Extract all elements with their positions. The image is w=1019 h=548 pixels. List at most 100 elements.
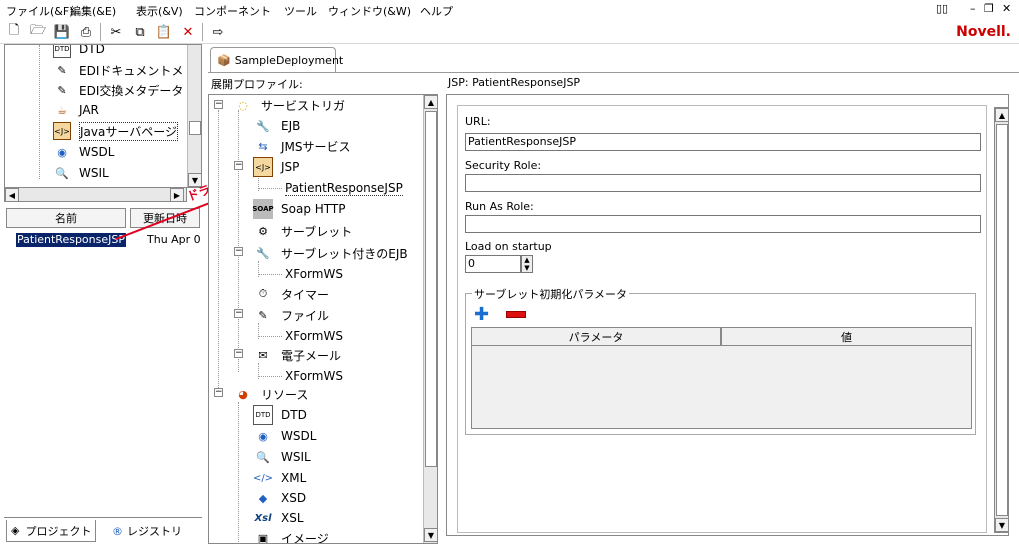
load-on-startup-spinner[interactable]: 0 xyxy=(465,255,521,273)
remove-param-icon[interactable] xyxy=(506,311,526,318)
load-on-startup-label: Load on startup xyxy=(465,240,552,253)
menu-help[interactable]: ヘルプ xyxy=(420,3,453,19)
detail-label: JSP: PatientResponseJSP xyxy=(448,76,581,89)
restore-icon[interactable]: ❐ xyxy=(984,2,994,15)
paste-icon[interactable]: 📋 xyxy=(154,22,174,42)
tree-item-xformws-1[interactable]: XFormWS xyxy=(285,264,343,284)
collapse-toggle[interactable]: − xyxy=(234,309,243,318)
project-icon: ◈ xyxy=(11,524,20,537)
service-trigger-icon: ◌ xyxy=(238,98,248,112)
tree-item-wsdl[interactable]: ◉ WSDL xyxy=(253,426,316,446)
tree-item-xsl[interactable]: Xsl XSL xyxy=(253,508,303,528)
tree-item-patient-response-jsp[interactable]: PatientResponseJSP xyxy=(285,178,403,198)
jar-icon: ☕ xyxy=(57,103,67,117)
jms-icon: ⇆ xyxy=(258,139,268,153)
column-header-parameter[interactable]: パラメータ xyxy=(471,327,721,346)
tree-item-xformws-3[interactable]: XFormWS xyxy=(285,366,343,386)
jsp-icon: <J> xyxy=(53,122,71,140)
scroll-up-icon[interactable]: ▲ xyxy=(995,108,1009,122)
tree-item-xsd[interactable]: ◆ XSD xyxy=(253,488,306,508)
xml-icon: </> xyxy=(252,472,274,484)
open-folder-icon[interactable]: 🗁 xyxy=(28,22,48,42)
jsp-properties-panel: URL: PatientResponseJSP Security Role: R… xyxy=(446,94,1009,536)
run-as-role-field[interactable] xyxy=(465,215,981,233)
delete-icon[interactable]: ✕ xyxy=(178,22,198,42)
ejb-icon: 🔧 xyxy=(256,119,270,133)
tree-item-edi-metadata[interactable]: ✎ EDI交換メタデータ xyxy=(53,80,183,100)
column-header-value[interactable]: 値 xyxy=(721,327,972,346)
collapse-toggle[interactable]: − xyxy=(234,349,243,358)
tree-item-resources[interactable]: ◕ リソース xyxy=(233,384,308,404)
tree-item-image[interactable]: ▣ イメージ xyxy=(253,528,329,544)
url-field[interactable]: PatientResponseJSP xyxy=(465,133,981,151)
resources-icon: ◕ xyxy=(238,387,248,401)
wsil-icon: 🔍 xyxy=(256,450,270,464)
scroll-thumb[interactable] xyxy=(996,124,1008,516)
tree-item-edi-document[interactable]: ✎ EDIドキュメントメ xyxy=(53,60,183,80)
scroll-left-icon[interactable]: ◀ xyxy=(5,188,19,202)
tree-item-ejb[interactable]: 🔧 EJB xyxy=(253,116,300,136)
servlet-icon: ⚙ xyxy=(258,224,268,238)
toolbar-separator xyxy=(202,23,203,41)
security-role-label: Security Role: xyxy=(465,159,542,172)
save-icon[interactable]: 💾 xyxy=(52,22,72,42)
collapse-toggle[interactable]: − xyxy=(234,247,243,256)
tree-item-timer[interactable]: ⏱ タイマー xyxy=(253,284,329,304)
tree-item-servlet[interactable]: ⚙ サーブレット xyxy=(253,221,352,241)
tree-item-email[interactable]: ✉ 電子メール xyxy=(253,345,341,365)
menu-view[interactable]: 表示(&V) xyxy=(136,3,183,19)
scroll-thumb[interactable] xyxy=(425,111,437,467)
edi-document-icon: ✎ xyxy=(57,63,67,77)
form-vertical-scrollbar[interactable]: ▲ ▼ xyxy=(994,107,1009,533)
collapse-toggle[interactable]: − xyxy=(214,388,223,397)
tile-icon[interactable]: ▯▯ xyxy=(936,2,948,15)
add-param-icon[interactable]: ✚ xyxy=(474,306,489,324)
copy-icon[interactable]: ⧉ xyxy=(130,22,150,42)
property-form: URL: PatientResponseJSP Security Role: R… xyxy=(457,105,987,533)
wsdl-icon: ◉ xyxy=(258,429,268,443)
tree-item-service-triggers[interactable]: ◌ サービストリガ xyxy=(233,95,345,115)
tree-item-jsp[interactable]: <J> Javaサーバページ xyxy=(53,121,178,141)
tab-sample-deployment[interactable]: 📦 SampleDeployment xyxy=(210,47,343,73)
tree-item-dtd[interactable]: DTD DTD xyxy=(253,405,307,425)
tree-item-soap-http[interactable]: SOAP Soap HTTP xyxy=(252,199,345,219)
new-icon[interactable]: 🗋 xyxy=(4,22,24,42)
cut-icon[interactable]: ✂ xyxy=(106,22,126,42)
collapse-toggle[interactable]: − xyxy=(234,161,243,170)
servlet-init-params: サーブレット初期化パラメータ ✚ パラメータ 値 xyxy=(465,286,976,435)
profile-tree: − ◌ サービストリガ 🔧 EJB ⇆ JMSサービス − <J> JSP Pa… xyxy=(208,94,438,544)
tree-item-jms[interactable]: ⇆ JMSサービス xyxy=(253,136,350,156)
tree-item-dtd[interactable]: DTD DTD xyxy=(53,45,105,59)
scroll-down-icon[interactable]: ▼ xyxy=(424,528,437,542)
tree-item-jar[interactable]: ☕ JAR xyxy=(53,100,99,120)
scroll-down-icon[interactable]: ▼ xyxy=(995,518,1009,532)
tree-item-file[interactable]: ✎ ファイル xyxy=(253,305,329,325)
tree-item-xml[interactable]: </> XML xyxy=(253,468,306,488)
tree-item-servlet-ejb[interactable]: 🔧 サーブレット付きのEJB xyxy=(253,243,408,263)
menu-tools[interactable]: ツール xyxy=(284,3,317,19)
tab-project[interactable]: ◈ プロジェクト xyxy=(6,520,97,542)
spinner-buttons[interactable]: ▲ ▼ xyxy=(521,255,533,273)
tree-vertical-scrollbar[interactable]: ▲ ▼ xyxy=(423,95,437,543)
menu-component[interactable]: コンポーネント xyxy=(194,3,271,19)
scroll-thumb[interactable] xyxy=(189,121,201,135)
tree-item-xformws-2[interactable]: XFormWS xyxy=(285,326,343,346)
print-icon[interactable]: ⎙ xyxy=(76,22,96,42)
deploy-icon[interactable]: ⇨ xyxy=(208,22,228,42)
close-icon[interactable]: ✕ xyxy=(1002,2,1011,15)
scroll-up-icon[interactable]: ▲ xyxy=(424,95,437,109)
menu-edit[interactable]: 編集(&E) xyxy=(70,3,116,19)
timer-icon: ⏱ xyxy=(258,287,268,300)
novell-logo: Novell. xyxy=(956,24,1011,40)
bottom-tab-bar: ◈ プロジェクト ® レジストリ xyxy=(4,517,202,543)
tree-item-jsp[interactable]: <J> JSP xyxy=(253,157,299,177)
tree-line xyxy=(238,110,239,372)
tab-registry[interactable]: ® レジストリ xyxy=(108,520,186,542)
minimize-icon[interactable]: – xyxy=(970,2,976,15)
security-role-field[interactable] xyxy=(465,174,981,192)
menu-window[interactable]: ウィンドウ(&W) xyxy=(328,3,411,19)
tree-item-wsil[interactable]: 🔍 WSIL xyxy=(253,447,311,467)
jsp-icon: <J> xyxy=(253,157,273,177)
collapse-toggle[interactable]: − xyxy=(214,100,223,109)
menu-file[interactable]: ファイル(&F) xyxy=(6,3,74,19)
